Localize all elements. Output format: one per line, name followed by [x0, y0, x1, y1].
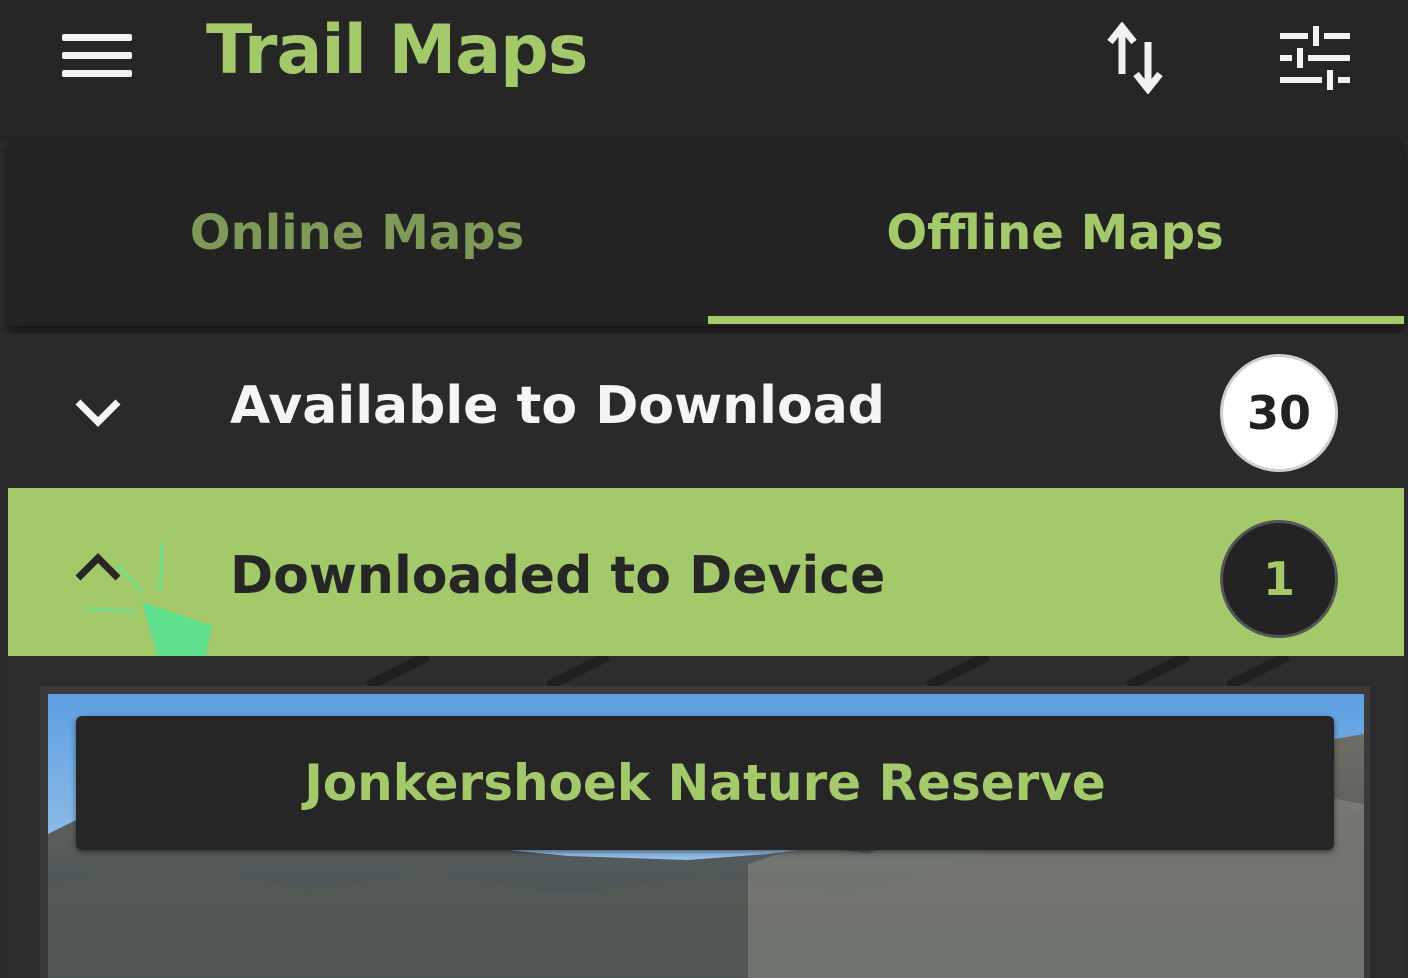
- tab-online-maps[interactable]: Online Maps: [8, 140, 706, 326]
- section-label: Downloaded to Device: [230, 546, 886, 606]
- sliders-filter-icon: [1280, 26, 1350, 90]
- tab-offline-maps[interactable]: Offline Maps: [706, 140, 1404, 326]
- chevron-down-icon: [75, 399, 121, 427]
- count-badge: 1: [1220, 520, 1338, 638]
- app-header: Trail Maps: [0, 0, 1408, 140]
- map-tabs: Online Maps Offline Maps: [8, 140, 1404, 326]
- map-card[interactable]: Jonkershoek Nature Reserve: [40, 686, 1370, 978]
- app-title: Trail Maps: [206, 11, 588, 90]
- sort-arrows-icon: [1107, 21, 1163, 95]
- hamburger-menu-icon: [62, 34, 132, 41]
- menu-button[interactable]: [62, 32, 132, 82]
- map-title-bar: Jonkershoek Nature Reserve: [76, 716, 1334, 850]
- section-label: Available to Download: [230, 376, 886, 436]
- filter-button[interactable]: [1278, 24, 1352, 92]
- sort-button[interactable]: [1105, 21, 1165, 95]
- map-title: Jonkershoek Nature Reserve: [304, 754, 1106, 812]
- active-tab-indicator: [708, 316, 1404, 324]
- available-to-download-section[interactable]: Available to Download 30: [8, 334, 1404, 488]
- count-badge: 30: [1220, 354, 1338, 472]
